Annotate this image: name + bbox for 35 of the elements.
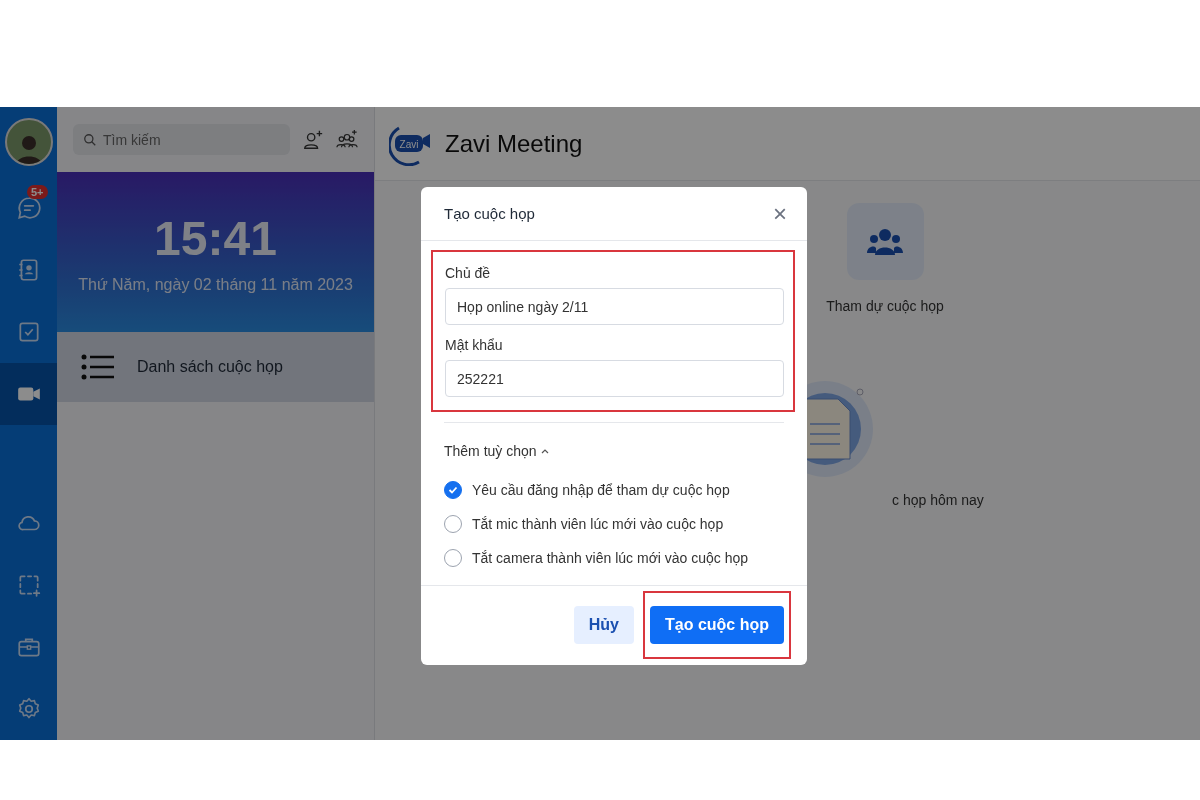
- option-label: Tắt camera thành viên lúc mới vào cuộc họp: [472, 550, 749, 566]
- dialog-title: Tạo cuộc họp: [444, 205, 535, 222]
- field-label: Chủ đề: [445, 265, 492, 281]
- today-meetings-label: c họp hôm nay: [892, 492, 985, 508]
- caret-icon: [540, 447, 549, 455]
- people-icon: [867, 226, 903, 257]
- meeting-list-label: Danh sách cuộc họp: [137, 358, 283, 376]
- rail-tab[interactable]: 5+: [0, 177, 57, 239]
- list-icon: [81, 354, 115, 380]
- input-field[interactable]: 252221: [445, 360, 784, 397]
- chat-bubble-icon: [15, 195, 42, 221]
- option-label: Tắt mic thành viên lúc mới vào cuộc họp: [472, 516, 724, 532]
- clock-date: Thứ Năm, ngày 02 tháng 11 năm 2023: [78, 275, 353, 294]
- more-options-toggle[interactable]: Thêm tuỳ chọn: [444, 443, 549, 459]
- input-field[interactable]: Họp online ngày 2/11: [445, 288, 784, 325]
- search-field[interactable]: Tìm kiếm: [73, 124, 290, 155]
- join-meeting-tile[interactable]: [846, 203, 924, 280]
- unread-badge: 5+: [27, 185, 48, 199]
- search-icon: [83, 132, 97, 147]
- cancel-button[interactable]: Hủy: [573, 606, 634, 644]
- search-placeholder: Tìm kiếm: [103, 131, 161, 148]
- logo-text: Zavi: [399, 138, 419, 149]
- app-title: Zavi Meeting: [445, 129, 583, 158]
- add-person-icon[interactable]: [302, 128, 324, 151]
- field-label: Mật khẩu: [445, 337, 504, 353]
- checkmark-icon: [448, 485, 458, 495]
- meeting-list-item[interactable]: Danh sách cuộc họp: [57, 332, 374, 402]
- tile-label: Tham dự cuộc họp: [826, 298, 944, 314]
- avatar[interactable]: [4, 118, 53, 166]
- option-checkbox[interactable]: [444, 481, 462, 499]
- option-label: Yêu cầu đăng nhập để tham dự cuộc họp: [472, 482, 730, 498]
- camera-logo-drawing: [389, 126, 430, 166]
- clock-time: 15:41: [154, 210, 277, 266]
- close-button[interactable]: ×: [773, 201, 787, 226]
- create-button[interactable]: Tạo cuộc họp: [650, 606, 784, 644]
